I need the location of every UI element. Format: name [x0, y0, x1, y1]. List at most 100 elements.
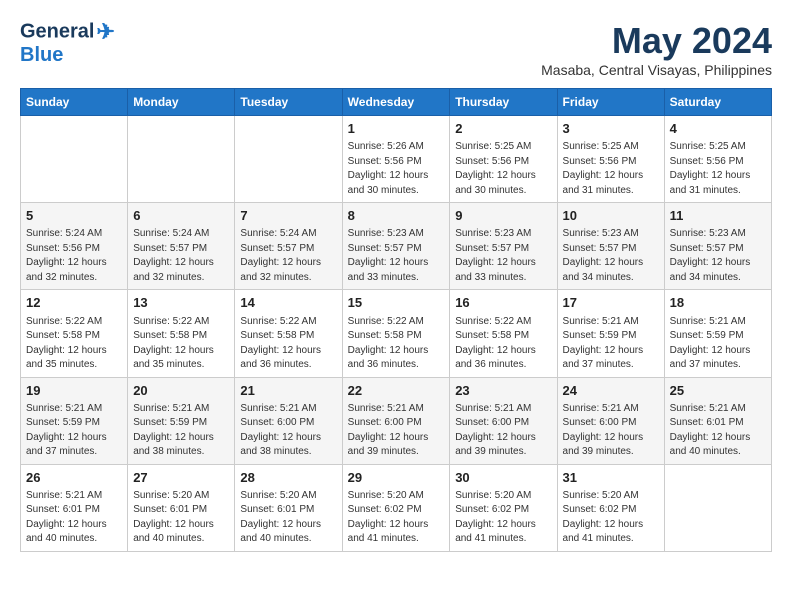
logo-general: General	[20, 20, 94, 42]
day-info: Sunrise: 5:22 AM Sunset: 5:58 PM Dayligh…	[455, 315, 551, 373]
day-info: Sunrise: 5:20 AM Sunset: 6:01 PM Dayligh…	[240, 489, 336, 547]
calendar-cell: 5 Sunrise: 5:24 AM Sunset: 5:56 PM Daylig…	[21, 203, 128, 290]
day-number: 17	[563, 294, 659, 312]
calendar-cell: 12Sunrise: 5:22 AM Sunset: 5:58 PM Dayli…	[21, 290, 128, 377]
calendar-cell: 26 Sunrise: 5:21 AM Sunset: 6:01 PM Dayli…	[21, 464, 128, 551]
logo-blue: Blue	[20, 44, 115, 66]
day-number: 16	[455, 294, 551, 312]
calendar-cell: 22Sunrise: 5:21 AM Sunset: 6:00 PM Dayli…	[342, 377, 450, 464]
day-number: 1	[348, 120, 445, 138]
day-info: Sunrise: 5:24 AM Sunset: 5:56 PM Dayligh…	[26, 227, 122, 285]
day-info: Sunrise: 5:23 AM Sunset: 5:57 PM Dayligh…	[455, 227, 551, 285]
day-info: Sunrise: 5:20 AM Sunset: 6:02 PM Dayligh…	[348, 489, 445, 547]
calendar-week-row: 12Sunrise: 5:22 AM Sunset: 5:58 PM Dayli…	[21, 290, 772, 377]
day-info: Sunrise: 5:21 AM Sunset: 6:00 PM Dayligh…	[563, 402, 659, 460]
day-number: 8	[348, 207, 445, 225]
day-info: Sunrise: 5:22 AM Sunset: 5:58 PM Dayligh…	[133, 315, 229, 373]
day-number: 9	[455, 207, 551, 225]
title-area: May 2024 Masaba, Central Visayas, Philip…	[541, 20, 772, 78]
page-subtitle: Masaba, Central Visayas, Philippines	[541, 62, 772, 78]
day-info: Sunrise: 5:22 AM Sunset: 5:58 PM Dayligh…	[240, 315, 336, 373]
day-info: Sunrise: 5:22 AM Sunset: 5:58 PM Dayligh…	[26, 315, 122, 373]
calendar-cell: 3 Sunrise: 5:25 AM Sunset: 5:56 PM Daylig…	[557, 116, 664, 203]
day-info: Sunrise: 5:26 AM Sunset: 5:56 PM Dayligh…	[348, 140, 445, 198]
calendar-header-monday: Monday	[128, 89, 235, 116]
day-number: 5	[26, 207, 122, 225]
day-number: 7	[240, 207, 336, 225]
day-number: 24	[563, 382, 659, 400]
day-number: 2	[455, 120, 551, 138]
day-number: 6	[133, 207, 229, 225]
calendar-cell: 23 Sunrise: 5:21 AM Sunset: 6:00 PM Dayli…	[450, 377, 557, 464]
page-header: General✈ Blue May 2024 Masaba, Central V…	[20, 20, 772, 78]
calendar-cell: 6 Sunrise: 5:24 AM Sunset: 5:57 PM Daylig…	[128, 203, 235, 290]
day-number: 19	[26, 382, 122, 400]
calendar-cell	[128, 116, 235, 203]
day-number: 4	[670, 120, 766, 138]
day-info: Sunrise: 5:23 AM Sunset: 5:57 PM Dayligh…	[670, 227, 766, 285]
day-info: Sunrise: 5:20 AM Sunset: 6:02 PM Dayligh…	[563, 489, 659, 547]
calendar-cell: 19 Sunrise: 5:21 AM Sunset: 5:59 PM Dayli…	[21, 377, 128, 464]
calendar-cell	[21, 116, 128, 203]
calendar-cell: 8 Sunrise: 5:23 AM Sunset: 5:57 PM Daylig…	[342, 203, 450, 290]
day-number: 10	[563, 207, 659, 225]
day-info: Sunrise: 5:25 AM Sunset: 5:56 PM Dayligh…	[563, 140, 659, 198]
calendar-cell: 18 Sunrise: 5:21 AM Sunset: 5:59 PM Dayli…	[664, 290, 771, 377]
calendar-cell: 9 Sunrise: 5:23 AM Sunset: 5:57 PM Daylig…	[450, 203, 557, 290]
calendar-cell: 20Sunrise: 5:21 AM Sunset: 5:59 PM Dayli…	[128, 377, 235, 464]
day-info: Sunrise: 5:24 AM Sunset: 5:57 PM Dayligh…	[133, 227, 229, 285]
calendar-cell: 2 Sunrise: 5:25 AM Sunset: 5:56 PM Daylig…	[450, 116, 557, 203]
page-title: May 2024	[541, 20, 772, 62]
calendar-cell	[664, 464, 771, 551]
calendar-cell: 17 Sunrise: 5:21 AM Sunset: 5:59 PM Dayli…	[557, 290, 664, 377]
calendar-cell: 4Sunrise: 5:25 AM Sunset: 5:56 PM Daylig…	[664, 116, 771, 203]
day-info: Sunrise: 5:21 AM Sunset: 5:59 PM Dayligh…	[670, 315, 766, 373]
calendar-cell: 28 Sunrise: 5:20 AM Sunset: 6:01 PM Dayli…	[235, 464, 342, 551]
day-number: 28	[240, 469, 336, 487]
day-info: Sunrise: 5:21 AM Sunset: 6:01 PM Dayligh…	[670, 402, 766, 460]
calendar-week-row: 5 Sunrise: 5:24 AM Sunset: 5:56 PM Daylig…	[21, 203, 772, 290]
day-number: 15	[348, 294, 445, 312]
day-info: Sunrise: 5:20 AM Sunset: 6:01 PM Dayligh…	[133, 489, 229, 547]
calendar-body: 1 Sunrise: 5:26 AM Sunset: 5:56 PM Daylig…	[21, 116, 772, 552]
calendar-cell: 27 Sunrise: 5:20 AM Sunset: 6:01 PM Dayli…	[128, 464, 235, 551]
day-number: 14	[240, 294, 336, 312]
day-number: 13	[133, 294, 229, 312]
day-number: 27	[133, 469, 229, 487]
day-info: Sunrise: 5:21 AM Sunset: 5:59 PM Dayligh…	[26, 402, 122, 460]
day-number: 29	[348, 469, 445, 487]
day-number: 22	[348, 382, 445, 400]
calendar-header-row: SundayMondayTuesdayWednesdayThursdayFrid…	[21, 89, 772, 116]
day-info: Sunrise: 5:21 AM Sunset: 5:59 PM Dayligh…	[563, 315, 659, 373]
day-number: 3	[563, 120, 659, 138]
day-number: 11	[670, 207, 766, 225]
day-number: 23	[455, 382, 551, 400]
day-info: Sunrise: 5:21 AM Sunset: 6:00 PM Dayligh…	[240, 402, 336, 460]
day-number: 31	[563, 469, 659, 487]
day-info: Sunrise: 5:21 AM Sunset: 6:00 PM Dayligh…	[455, 402, 551, 460]
calendar-header-thursday: Thursday	[450, 89, 557, 116]
calendar-header-friday: Friday	[557, 89, 664, 116]
calendar-cell: 31 Sunrise: 5:20 AM Sunset: 6:02 PM Dayli…	[557, 464, 664, 551]
day-number: 30	[455, 469, 551, 487]
calendar-header-saturday: Saturday	[664, 89, 771, 116]
calendar-week-row: 1 Sunrise: 5:26 AM Sunset: 5:56 PM Daylig…	[21, 116, 772, 203]
calendar-cell: 14 Sunrise: 5:22 AM Sunset: 5:58 PM Dayli…	[235, 290, 342, 377]
calendar-header-sunday: Sunday	[21, 89, 128, 116]
day-info: Sunrise: 5:25 AM Sunset: 5:56 PM Dayligh…	[455, 140, 551, 198]
calendar-cell: 1 Sunrise: 5:26 AM Sunset: 5:56 PM Daylig…	[342, 116, 450, 203]
calendar-cell: 24 Sunrise: 5:21 AM Sunset: 6:00 PM Dayli…	[557, 377, 664, 464]
day-info: Sunrise: 5:21 AM Sunset: 6:01 PM Dayligh…	[26, 489, 122, 547]
calendar-week-row: 19 Sunrise: 5:21 AM Sunset: 5:59 PM Dayli…	[21, 377, 772, 464]
logo: General✈ Blue	[20, 20, 115, 66]
day-number: 20	[133, 382, 229, 400]
calendar-cell: 30 Sunrise: 5:20 AM Sunset: 6:02 PM Dayli…	[450, 464, 557, 551]
calendar-cell: 15Sunrise: 5:22 AM Sunset: 5:58 PM Dayli…	[342, 290, 450, 377]
day-info: Sunrise: 5:20 AM Sunset: 6:02 PM Dayligh…	[455, 489, 551, 547]
calendar-cell: 29 Sunrise: 5:20 AM Sunset: 6:02 PM Dayli…	[342, 464, 450, 551]
day-number: 26	[26, 469, 122, 487]
calendar-header-tuesday: Tuesday	[235, 89, 342, 116]
day-info: Sunrise: 5:23 AM Sunset: 5:57 PM Dayligh…	[348, 227, 445, 285]
day-number: 18	[670, 294, 766, 312]
calendar-cell: 11 Sunrise: 5:23 AM Sunset: 5:57 PM Dayli…	[664, 203, 771, 290]
